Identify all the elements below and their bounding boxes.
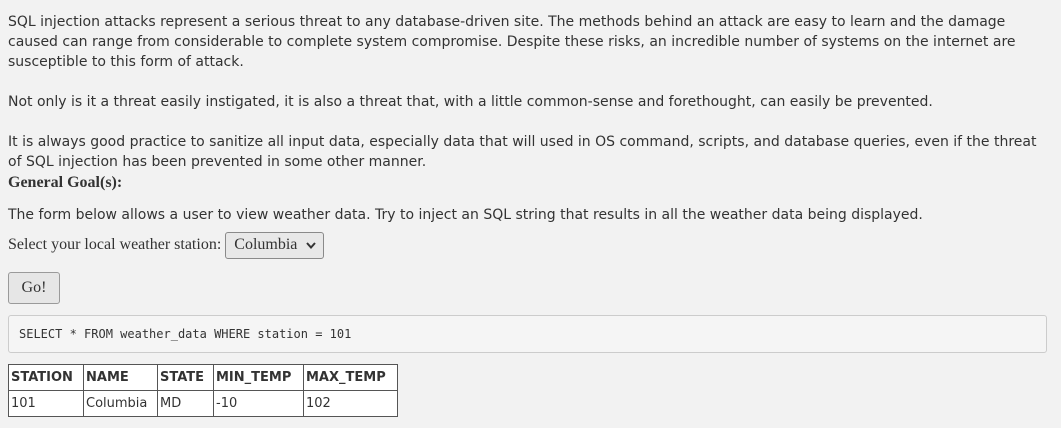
station-form-row: Select your local weather station: Colum…: [8, 231, 1048, 259]
sql-query-text: SELECT * FROM weather_data WHERE station…: [19, 327, 352, 341]
cell-station: 101: [8, 390, 84, 417]
cell-max-temp: 102: [303, 390, 398, 417]
table-row: 101 Columbia MD -10 102: [8, 390, 398, 417]
column-header-min-temp: MIN_TEMP: [213, 364, 304, 391]
column-header-name: NAME: [83, 364, 158, 391]
station-select[interactable]: Columbia: [225, 231, 325, 259]
go-button[interactable]: Go!: [8, 272, 60, 304]
station-label: Select your local weather station:: [8, 236, 222, 253]
goal-heading: General Goal(s):: [8, 174, 123, 191]
intro-paragraph-3: It is always good practice to sanitize a…: [8, 134, 1037, 170]
goal-text: The form below allows a user to view wea…: [8, 207, 923, 223]
cell-name: Columbia: [83, 390, 158, 417]
chevron-down-icon: [306, 242, 317, 250]
column-header-max-temp: MAX_TEMP: [303, 364, 398, 391]
cell-min-temp: -10: [213, 390, 304, 417]
cell-state: MD: [157, 390, 214, 417]
results-header-row: STATION NAME STATE MIN_TEMP MAX_TEMP: [8, 364, 398, 391]
sql-query-display: SELECT * FROM weather_data WHERE station…: [8, 315, 1047, 353]
lesson-content: SQL injection attacks represent a seriou…: [8, 12, 1048, 417]
column-header-station: STATION: [8, 364, 84, 391]
results-table: STATION NAME STATE MIN_TEMP MAX_TEMP 101…: [8, 364, 398, 417]
column-header-state: STATE: [157, 364, 214, 391]
intro-paragraph-2: Not only is it a threat easily instigate…: [8, 94, 933, 110]
intro-paragraph-1: SQL injection attacks represent a seriou…: [8, 14, 1016, 70]
station-select-value: Columbia: [234, 236, 298, 253]
